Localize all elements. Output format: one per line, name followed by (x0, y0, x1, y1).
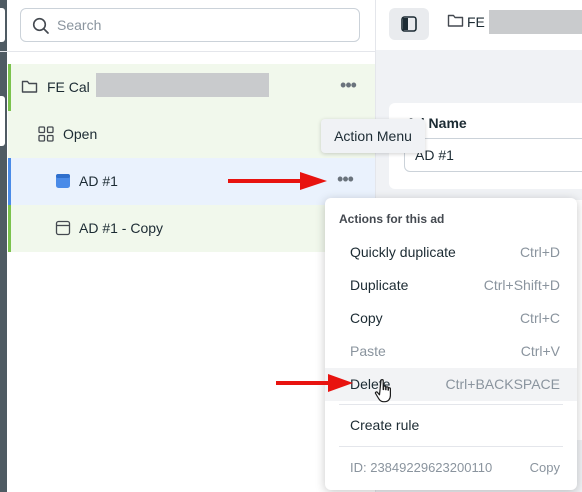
breadcrumb-label: FE (467, 14, 485, 30)
ad-name-input[interactable]: AD #1 (404, 138, 582, 172)
more-icon[interactable]: ••• (335, 76, 361, 98)
menu-item-shortcut: Ctrl+Shift+D (483, 277, 560, 293)
menu-divider (339, 446, 563, 447)
red-arrow-annotation (276, 374, 353, 392)
menu-item-shortcut: Ctrl+D (519, 244, 560, 260)
ad-outline-icon (55, 220, 71, 236)
menu-item-label: Paste (350, 343, 386, 359)
tree-row-ad-copy[interactable]: AD #1 - Copy (8, 205, 375, 252)
panel-toggle-icon (401, 16, 417, 32)
tree-row-adset[interactable]: Open (8, 111, 375, 158)
search-box[interactable] (20, 8, 360, 42)
menu-item-shortcut: Ctrl+BACKSPACE (445, 376, 561, 392)
menu-item-label: Quickly duplicate (350, 244, 456, 260)
red-arrow-annotation (228, 172, 327, 190)
adset-label: Open (63, 126, 98, 142)
strip-notch (0, 96, 5, 146)
menu-divider (339, 404, 563, 405)
copy-id-button[interactable]: Copy (530, 460, 560, 475)
search-icon (32, 17, 49, 34)
menu-item-create-rule[interactable]: Create rule (325, 409, 577, 442)
menu-item-shortcut: Ctrl+C (519, 310, 560, 326)
menu-item-paste[interactable]: Paste Ctrl+V (325, 335, 577, 368)
panel-toggle-button[interactable] (389, 8, 429, 40)
campaign-label: FE Cal (47, 79, 90, 95)
action-menu: Actions for this ad Quickly duplicate Ct… (325, 198, 577, 490)
folder-icon (21, 80, 38, 93)
more-icon[interactable]: ••• (332, 170, 358, 192)
divider (0, 51, 375, 52)
ad-id-text: ID: 23849229623200110 (350, 460, 493, 475)
menu-item-delete[interactable]: Delete Ctrl+BACKSPACE (325, 368, 577, 401)
action-menu-tooltip: Action Menu (321, 119, 425, 153)
strip-notch (0, 8, 5, 42)
search-input[interactable] (57, 15, 347, 35)
menu-item-label: Create rule (350, 417, 420, 433)
menu-item-label: Copy (350, 310, 383, 326)
menu-heading: Actions for this ad (339, 212, 445, 226)
tree-row-campaign[interactable]: FE Cal ••• (8, 64, 375, 111)
left-strip (0, 0, 7, 492)
ad-icon (56, 174, 70, 188)
menu-item-label: Duplicate (350, 277, 409, 293)
redacted-text (489, 10, 582, 34)
adset-grid-icon (38, 126, 54, 142)
menu-item-shortcut: Ctrl+V (520, 343, 560, 359)
ad-copy-label: AD #1 - Copy (79, 220, 164, 236)
menu-item-duplicate[interactable]: Duplicate Ctrl+Shift+D (325, 269, 577, 302)
menu-item-quickly-duplicate[interactable]: Quickly duplicate Ctrl+D (325, 236, 577, 269)
redacted-text (96, 73, 269, 97)
ad-label: AD #1 (79, 173, 118, 189)
menu-item-copy[interactable]: Copy Ctrl+C (325, 302, 577, 335)
folder-icon (447, 14, 464, 27)
pointer-hand-icon (374, 379, 391, 403)
